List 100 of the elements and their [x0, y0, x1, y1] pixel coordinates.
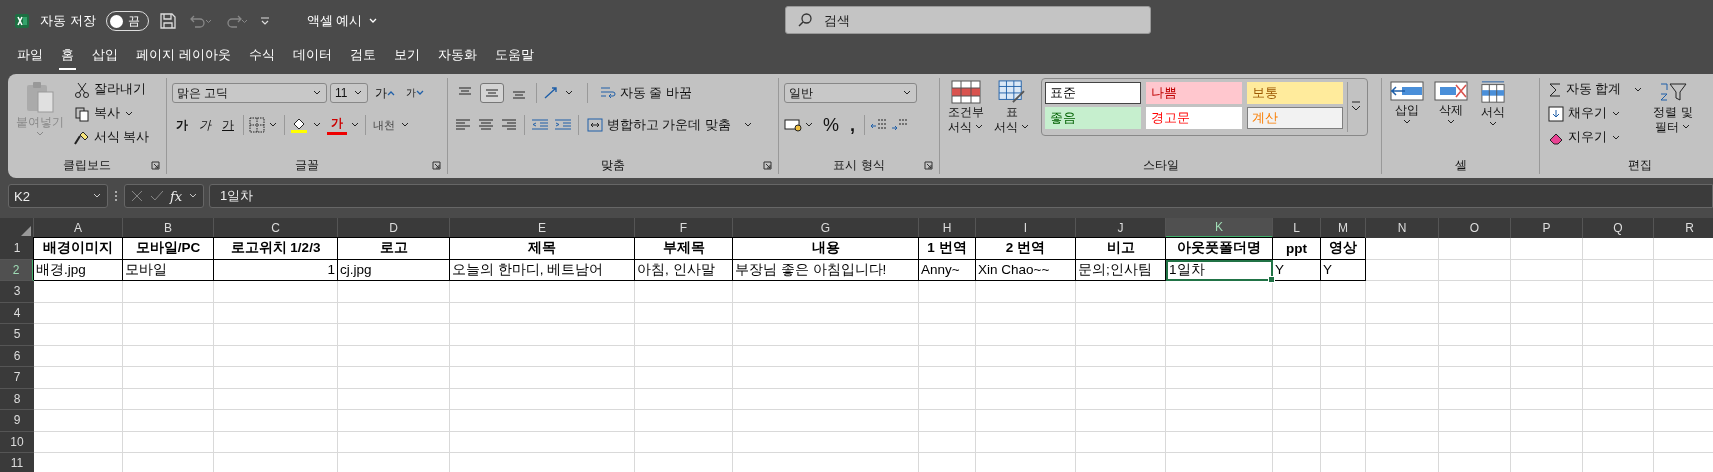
increase-indent-icon[interactable]	[553, 118, 573, 132]
row-header[interactable]: 5	[0, 324, 34, 346]
menu-tab[interactable]: 삽입	[83, 42, 127, 70]
caret-icon[interactable]	[350, 121, 360, 129]
wrap-text-button[interactable]: 자동 줄 바꿈	[597, 81, 695, 105]
clear-button[interactable]: 지우기	[1545, 126, 1647, 149]
dialog-launcher-icon[interactable]	[763, 161, 772, 170]
cell-style-option[interactable]: 나쁨	[1146, 82, 1242, 104]
column-header[interactable]: L	[1273, 218, 1321, 238]
column-header[interactable]: P	[1511, 218, 1583, 238]
customize-icon[interactable]	[258, 15, 271, 27]
column-header[interactable]: H	[919, 218, 976, 238]
column-header[interactable]: O	[1439, 218, 1511, 238]
empty-cell	[1439, 324, 1511, 346]
row-header[interactable]: 1	[0, 238, 34, 260]
row-header[interactable]: 4	[0, 302, 34, 324]
align-center-icon[interactable]	[476, 118, 496, 132]
row-header[interactable]: 10	[0, 431, 34, 453]
column-header[interactable]: E	[450, 218, 635, 238]
fill-button[interactable]: 채우기	[1545, 102, 1647, 125]
cut-button[interactable]: 잘라내기	[71, 78, 153, 101]
menu-tab[interactable]: 수식	[239, 42, 284, 70]
column-header[interactable]: I	[976, 218, 1076, 238]
save-icon[interactable]	[158, 12, 177, 30]
phonetic-button[interactable]: 내천	[371, 117, 397, 133]
dialog-launcher-icon[interactable]	[924, 161, 933, 170]
name-box[interactable]: K2	[8, 184, 108, 208]
column-header[interactable]: B	[123, 218, 214, 238]
caret-icon[interactable]	[188, 192, 198, 200]
fill-handle[interactable]	[1268, 276, 1275, 283]
borders-icon[interactable]	[249, 117, 279, 133]
underline-button[interactable]: 가	[218, 114, 238, 136]
bold-button[interactable]: 가	[172, 114, 192, 136]
merge-center-button[interactable]: 병합하고 가운데 맞춤	[584, 113, 756, 137]
cancel-icon[interactable]	[130, 189, 144, 203]
format-as-table-button[interactable]: 표 서식	[991, 78, 1033, 136]
decrease-font-button[interactable]: 가	[402, 84, 428, 102]
more-icon[interactable]	[113, 189, 119, 203]
empty-cell	[1583, 238, 1654, 260]
conditional-format-button[interactable]: 조건부 서식	[945, 78, 987, 136]
sort-filter-button[interactable]: 정렬 및 필터	[1650, 78, 1696, 136]
caret-icon	[1402, 118, 1412, 126]
column-header[interactable]: Q	[1583, 218, 1654, 238]
menu-tab[interactable]: 검토	[340, 42, 385, 70]
cell-style-option[interactable]: 표준	[1045, 82, 1141, 104]
percent-button[interactable]: %	[819, 112, 843, 138]
column-header[interactable]: N	[1366, 218, 1439, 238]
column-header[interactable]: G	[733, 218, 919, 238]
copy-button[interactable]: 복사	[71, 102, 153, 125]
delete-cells-button[interactable]: 삭제	[1431, 78, 1471, 128]
column-header[interactable]: A	[34, 218, 123, 238]
search-field[interactable]: 검색	[785, 6, 1151, 34]
row-header[interactable]: 9	[0, 410, 34, 432]
font-size-dropdown[interactable]: 11	[330, 83, 368, 103]
row-header[interactable]: 6	[0, 345, 34, 367]
check-icon[interactable]	[149, 189, 164, 203]
align-middle-button[interactable]	[480, 83, 504, 103]
column-header[interactable]: F	[635, 218, 733, 238]
autosum-button[interactable]: 자동 합계	[1545, 78, 1647, 101]
menu-tab[interactable]: 보기	[384, 42, 429, 70]
empty-cell	[1321, 345, 1366, 367]
decrease-indent-icon[interactable]	[530, 118, 550, 132]
cell-style-option[interactable]: 경고문	[1146, 107, 1242, 129]
align-right-icon[interactable]	[499, 118, 519, 132]
menu-tab[interactable]: 데이터	[283, 42, 341, 70]
row-header[interactable]: 2	[0, 259, 34, 281]
format-cells-button[interactable]: 서식	[1475, 78, 1511, 130]
menu-tab[interactable]: 자동화	[428, 42, 486, 70]
menu-tab[interactable]: 페이지 레이아웃	[127, 42, 240, 70]
dialog-launcher-icon[interactable]	[432, 161, 441, 170]
decrease-decimal-icon[interactable]	[891, 117, 910, 133]
row-header[interactable]: 7	[0, 367, 34, 389]
italic-button[interactable]: 가	[195, 114, 215, 136]
row-header[interactable]: 11	[0, 453, 34, 472]
empty-cell	[1273, 302, 1321, 324]
column-header[interactable]: M	[1321, 218, 1366, 238]
menu-tab[interactable]: 파일	[8, 42, 52, 70]
comma-button[interactable]: ,	[846, 112, 860, 138]
column-header[interactable]: R	[1654, 218, 1713, 238]
column-header[interactable]: D	[338, 218, 450, 238]
menu-tab[interactable]: 도움말	[485, 42, 543, 70]
dialog-launcher-icon[interactable]	[151, 161, 160, 170]
number-format-dropdown[interactable]: 일반	[784, 83, 917, 103]
empty-cell	[1583, 345, 1654, 367]
column-header[interactable]: C	[214, 218, 338, 238]
align-left-icon[interactable]	[453, 118, 473, 132]
formula-field[interactable]: 1일차	[209, 184, 1713, 208]
format-painter-button[interactable]: 서식 복사	[71, 126, 153, 149]
file-name[interactable]: 액셀 예시	[300, 11, 385, 31]
cell-style-option[interactable]: 좋음	[1045, 107, 1141, 129]
row-header[interactable]: 8	[0, 388, 34, 410]
insert-function-button[interactable]: fx	[169, 188, 183, 204]
font-name-dropdown[interactable]: 맑은 고딕	[172, 83, 327, 103]
column-header[interactable]: K	[1166, 218, 1273, 238]
cell-style-option[interactable]: 보통	[1247, 82, 1343, 104]
increase-font-button[interactable]: 가	[371, 82, 399, 104]
caret-icon[interactable]	[400, 121, 410, 129]
menu-tab[interactable]: 홈	[59, 42, 76, 70]
row-header[interactable]: 3	[0, 281, 34, 303]
insert-cells-button[interactable]: 삽입	[1387, 78, 1427, 128]
